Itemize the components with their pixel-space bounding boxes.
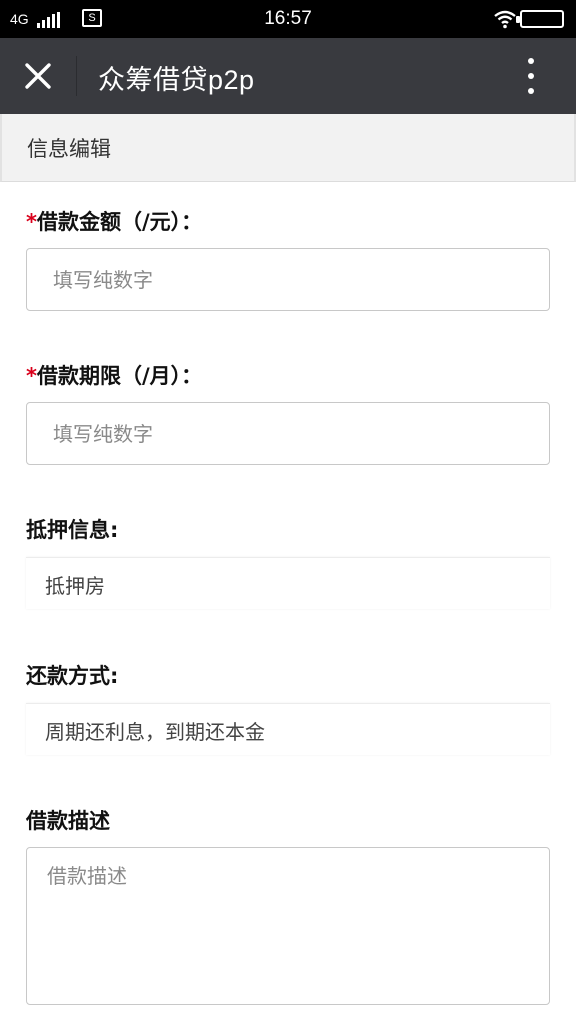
repayment-label: 还款方式: <box>26 664 119 688</box>
close-icon <box>25 63 51 89</box>
collateral-field: 抵押房 <box>26 557 550 609</box>
wifi-icon <box>494 10 516 29</box>
required-mark: * <box>26 364 37 388</box>
loan-amount-input[interactable] <box>27 249 549 310</box>
loan-term-label-text: 借款期限（/月）： <box>36 364 203 388</box>
section-header: 信息编辑 <box>0 114 576 182</box>
status-bar: 4G S 16:57 <box>0 0 576 38</box>
more-options-button[interactable] <box>516 54 546 98</box>
collateral-value: 抵押房 <box>45 574 105 598</box>
loan-amount-label: *借款金额（/元）： <box>26 206 202 236</box>
page-title: 众筹借贷p2p <box>98 65 255 95</box>
description-field[interactable] <box>26 847 550 1005</box>
description-label: 借款描述 <box>26 809 110 833</box>
description-textarea[interactable] <box>27 848 549 1004</box>
title-bar: 众筹借贷p2p <box>0 38 576 114</box>
status-time: 16:57 <box>264 8 312 29</box>
loan-term-label: *借款期限（/月）： <box>26 360 202 390</box>
collateral-label: 抵押信息: <box>26 518 119 542</box>
loan-amount-field[interactable] <box>26 248 550 311</box>
repayment-field: 周期还利息，到期还本金 <box>26 703 550 755</box>
loan-term-input[interactable] <box>27 403 549 464</box>
title-divider <box>76 56 77 96</box>
battery-icon <box>516 10 564 28</box>
section-title: 信息编辑 <box>27 137 111 161</box>
close-button[interactable] <box>18 56 58 96</box>
repayment-value: 周期还利息，到期还本金 <box>45 720 265 744</box>
loan-amount-label-text: 借款金额（/元）： <box>36 210 203 234</box>
required-mark: * <box>26 210 37 234</box>
loan-term-field[interactable] <box>26 402 550 465</box>
